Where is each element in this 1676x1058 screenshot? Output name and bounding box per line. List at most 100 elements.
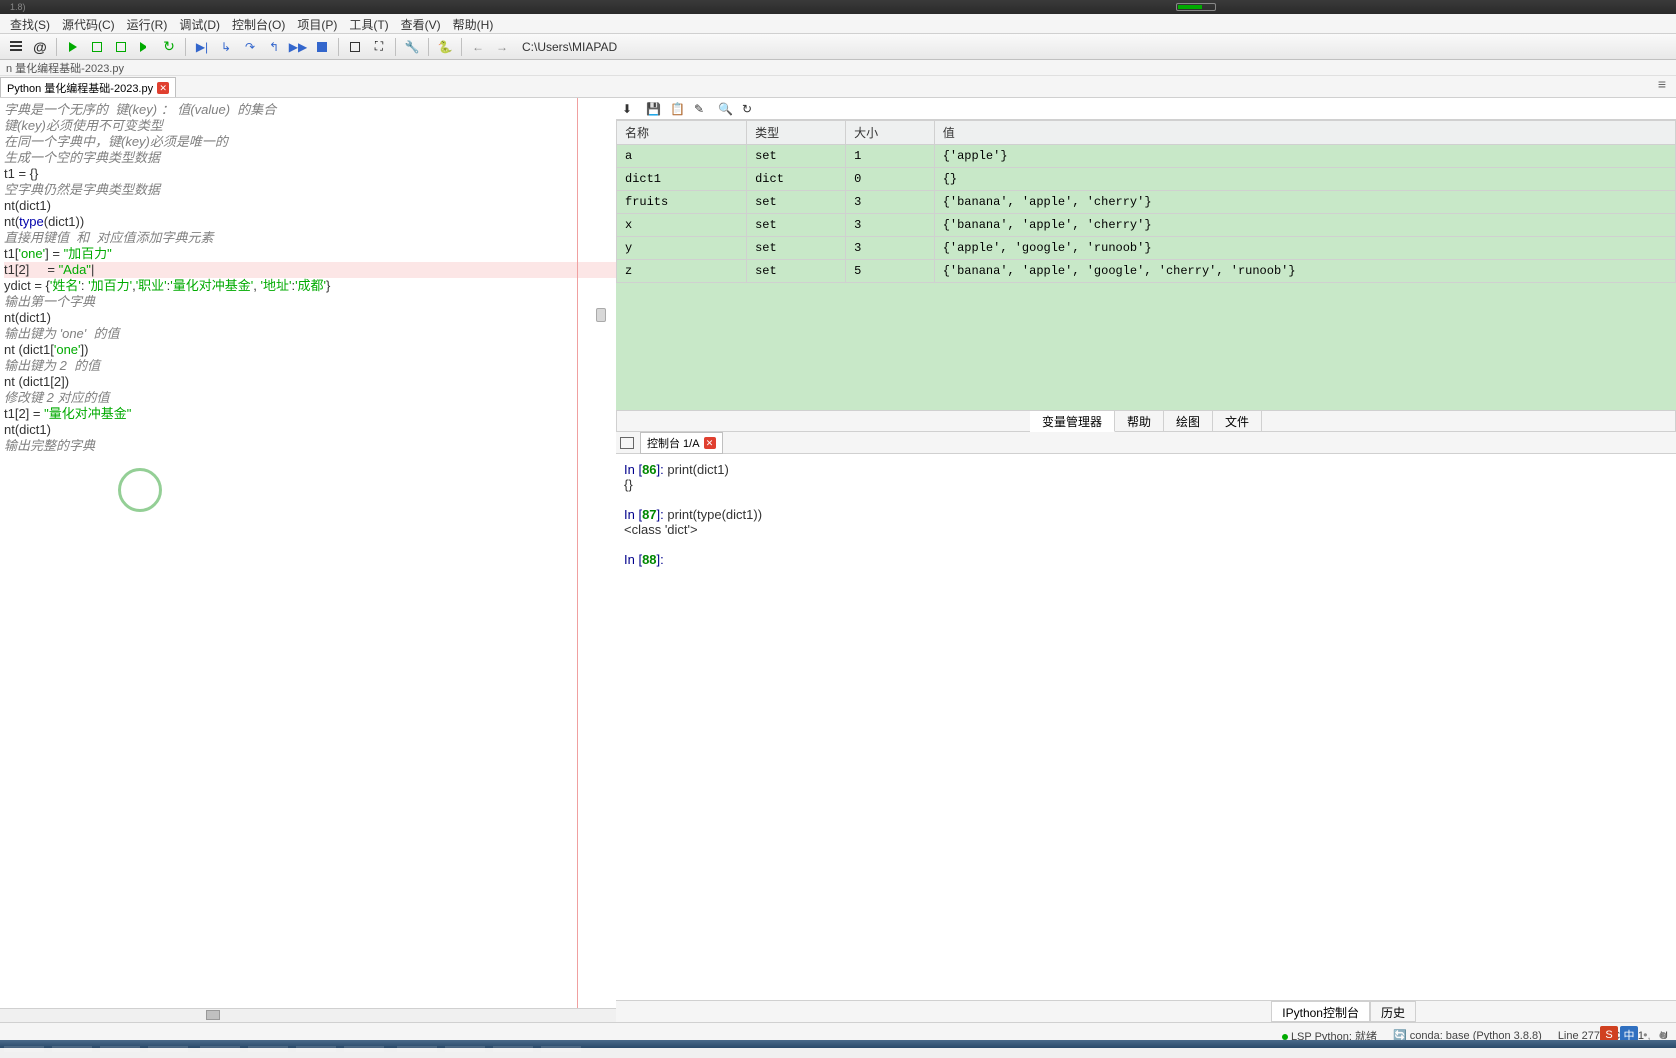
save-as-icon[interactable]: 📋 [670,102,684,116]
tab-history[interactable]: 历史 [1370,1001,1416,1022]
variable-toolbar: ⬇ 💾 📋 ✎ 🔍 ↻ [616,98,1676,120]
variable-cell-type: set [747,145,846,168]
preferences-icon[interactable]: 🔧 [401,36,423,58]
editor-minimap-scroll[interactable] [596,98,606,1008]
stop-icon[interactable] [311,36,333,58]
editor-line: 键(key)必须使用不可变类型 [4,118,616,134]
close-tab-icon[interactable]: ✕ [157,82,169,94]
col-type[interactable]: 类型 [747,121,846,145]
filetab-label: Python 量化编程基础-2023.py [7,80,153,96]
console-line [624,537,1668,552]
import-icon[interactable]: ⬇ [622,102,636,116]
menu-console[interactable]: 控制台(O) [226,14,291,33]
tab-variable-manager[interactable]: 变量管理器 [1030,411,1115,432]
editor-line: 空字典仍然是字典类型数据 [4,182,616,198]
variable-row[interactable]: zset5{'banana', 'apple', 'google', 'cher… [617,260,1676,283]
variable-row[interactable]: dict1dict0{} [617,168,1676,191]
variable-row[interactable]: yset3{'apple', 'google', 'runoob'} [617,237,1676,260]
variable-cell-size: 3 [846,237,935,260]
console-bottom-tabs: IPython控制台 历史 [616,1000,1676,1022]
forward-icon[interactable]: → [491,36,513,58]
variable-cell-val: {} [934,168,1675,191]
separator [56,38,57,56]
variable-cell-size: 5 [846,260,935,283]
layout-icon[interactable] [344,36,366,58]
back-icon[interactable]: ← [467,36,489,58]
variable-cell-val: {'banana', 'apple', 'cherry'} [934,191,1675,214]
variable-cell-val: {'apple'} [934,145,1675,168]
menu-project[interactable]: 项目(P) [291,14,343,33]
debug-step-icon[interactable]: ▶| [191,36,213,58]
run-cell-advance-icon[interactable] [110,36,132,58]
menu-tools[interactable]: 工具(T) [343,14,394,33]
separator [395,38,396,56]
step-out-icon[interactable]: ↰ [263,36,285,58]
variable-cell-val: {'apple', 'google', 'runoob'} [934,237,1675,260]
editor-line: ydict = {'姓名': '加百力','职业':'量化对冲基金', '地址'… [4,278,616,294]
console-tabbar: 控制台 1/A ✕ [616,432,1676,454]
variable-explorer: 名称 类型 大小 值 aset1{'apple'}dict1dict0{}fru… [616,120,1676,410]
continue-icon[interactable]: ▶▶ [287,36,309,58]
variable-row[interactable]: fruitsset3{'banana', 'apple', 'cherry'} [617,191,1676,214]
close-console-icon[interactable]: ✕ [704,437,716,449]
variable-table[interactable]: 名称 类型 大小 值 aset1{'apple'}dict1dict0{}fru… [616,120,1676,283]
editor-line: nt (dict1['one']) [4,342,616,358]
editor-line: nt(dict1) [4,198,616,214]
collapse-panel-icon[interactable]: ≡ [1654,76,1670,97]
variable-row[interactable]: xset3{'banana', 'apple', 'cherry'} [617,214,1676,237]
tab-help[interactable]: 帮助 [1115,411,1164,431]
menu-help[interactable]: 帮助(H) [447,14,500,33]
menu-view[interactable]: 查看(V) [395,14,447,33]
console-tab-1a[interactable]: 控制台 1/A ✕ [640,432,723,454]
maximize-icon[interactable]: ⛶ [368,36,390,58]
window-titlebar: 1.8) [0,0,1676,14]
search-icon[interactable]: 🔍 [718,102,732,116]
rerun-icon[interactable]: ↻ [158,36,180,58]
variable-cell-type: set [747,191,846,214]
scroll-thumb[interactable] [206,1010,220,1020]
run-icon[interactable] [62,36,84,58]
editor-hscrollbar[interactable] [0,1008,616,1022]
variable-cell-name: z [617,260,747,283]
editor-line: 直接用键值 和 对应值添加字典元素 [4,230,616,246]
tab-files[interactable]: 文件 [1213,411,1262,431]
os-taskbar[interactable] [0,1040,1676,1048]
separator [461,38,462,56]
margin-guide [577,98,578,1008]
editor-line: nt(dict1) [4,422,616,438]
col-size[interactable]: 大小 [846,121,935,145]
clear-icon[interactable]: ✎ [694,102,708,116]
menu-debug[interactable]: 调试(D) [173,14,226,33]
filetab-bar: Python 量化编程基础-2023.py ✕ ≡ [0,76,1676,98]
editor-line: 字典是一个无序的 键(key) ： 值(value) 的集合 [4,102,616,118]
python-path-icon[interactable]: 🐍 [434,36,456,58]
variable-cell-name: dict1 [617,168,747,191]
run-selection-icon[interactable] [134,36,156,58]
menu-find[interactable]: 查找(S) [4,14,56,33]
variable-row[interactable]: aset1{'apple'} [617,145,1676,168]
step-over-icon[interactable]: ↷ [239,36,261,58]
ipython-console[interactable]: In [86]: print(dict1){} In [87]: print(t… [616,454,1676,1000]
menu-source[interactable]: 源代码(C) [56,14,121,33]
separator [185,38,186,56]
variable-cell-size: 1 [846,145,935,168]
save-icon[interactable]: 💾 [646,102,660,116]
console-line: {} [624,477,1668,492]
cursor-highlight-icon [118,468,162,512]
console-menu-icon[interactable] [620,437,634,449]
step-into-icon[interactable]: ↳ [215,36,237,58]
at-icon[interactable]: @ [29,36,51,58]
code-editor[interactable]: 字典是一个无序的 键(key) ： 值(value) 的集合键(key)必须使用… [0,98,616,1008]
editor-pane: 字典是一个无序的 键(key) ： 值(value) 的集合键(key)必须使用… [0,98,616,1022]
outline-icon[interactable] [5,36,27,58]
col-name[interactable]: 名称 [617,121,747,145]
menu-run[interactable]: 运行(R) [121,14,174,33]
refresh-icon[interactable]: ↻ [742,102,756,116]
filetab-active[interactable]: Python 量化编程基础-2023.py ✕ [0,77,176,97]
tab-plots[interactable]: 绘图 [1164,411,1213,431]
variable-cell-size: 3 [846,191,935,214]
col-value[interactable]: 值 [934,121,1675,145]
tab-ipython-console[interactable]: IPython控制台 [1271,1001,1370,1022]
run-cell-icon[interactable] [86,36,108,58]
editor-line: nt (dict1[2]) [4,374,616,390]
